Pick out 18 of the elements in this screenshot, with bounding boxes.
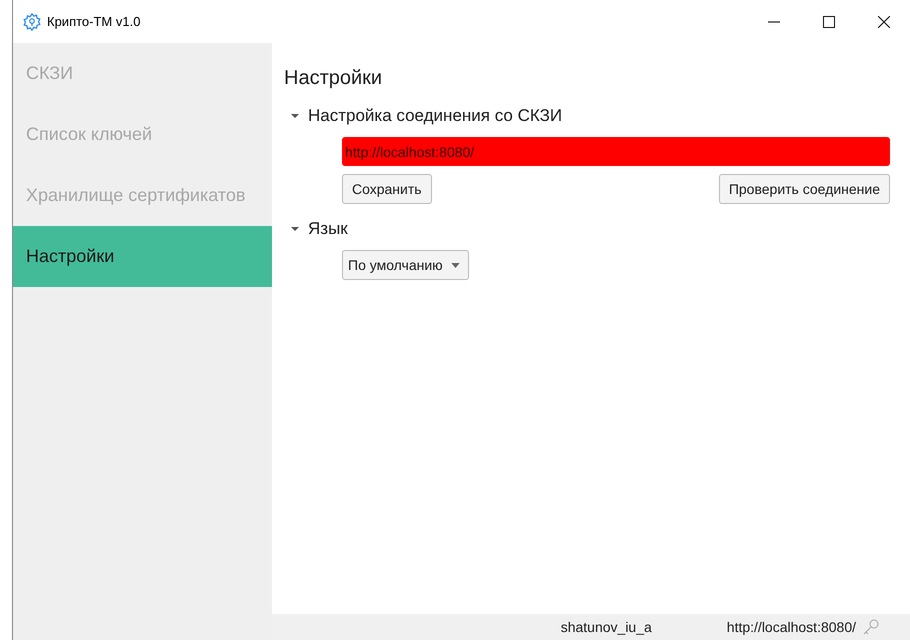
status-server: http://localhost:8080/ bbox=[726, 618, 856, 637]
collapse-arrow-icon[interactable] bbox=[290, 111, 300, 121]
caret-icon bbox=[450, 262, 460, 268]
check-connection-button[interactable]: Проверить соединение bbox=[718, 174, 890, 204]
save-button[interactable]: Сохранить bbox=[342, 174, 432, 204]
close-icon[interactable] bbox=[878, 16, 890, 28]
collapse-arrow-icon[interactable] bbox=[290, 224, 300, 234]
sidebar-item[interactable]: Настройки bbox=[13, 226, 272, 287]
key-icon bbox=[862, 618, 880, 636]
page-title: Настройки bbox=[284, 66, 382, 91]
section-title: Язык bbox=[308, 218, 348, 240]
status-user: shatunov_iu_a bbox=[560, 618, 652, 637]
maximize-icon[interactable] bbox=[823, 16, 835, 28]
window-title: Крипто-TM v1.0 bbox=[47, 12, 140, 31]
language-dropdown[interactable]: По умолчанию bbox=[342, 250, 469, 280]
gear-icon bbox=[23, 12, 41, 30]
section-title: Настройка соединения со СКЗИ bbox=[308, 105, 562, 128]
url-field[interactable]: http://localhost:8080/ bbox=[342, 137, 890, 166]
